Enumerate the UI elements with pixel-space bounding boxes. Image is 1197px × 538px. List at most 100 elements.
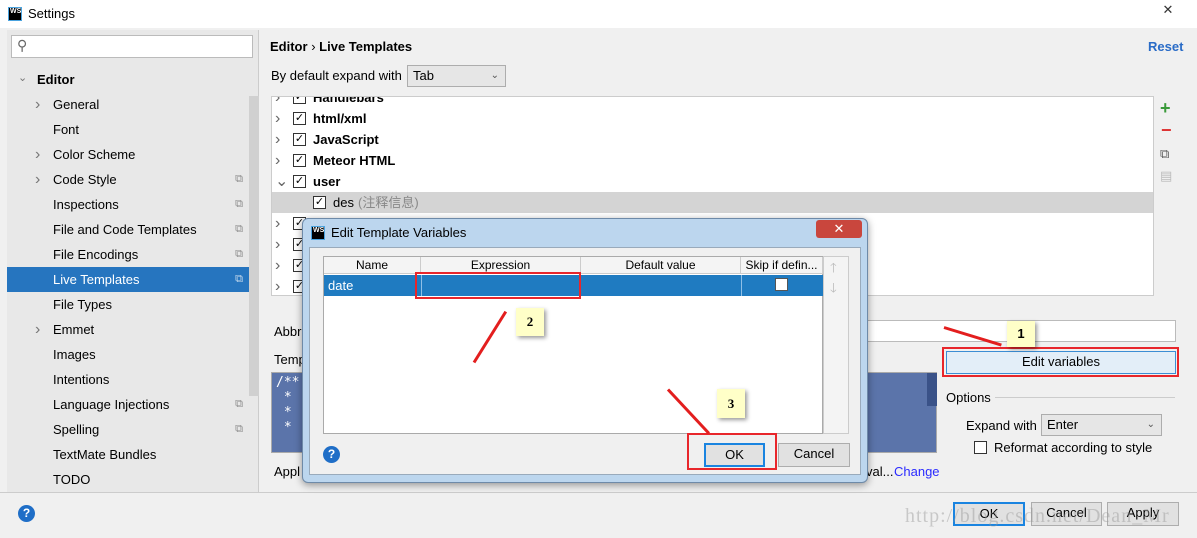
column-header-skip[interactable]: Skip if defin...	[741, 257, 823, 274]
sidebar-item-emmet[interactable]: › Emmet	[7, 317, 259, 342]
sidebar-item-inspections[interactable]: Inspections ⧉	[7, 192, 259, 217]
move-icon[interactable]: ▤	[1160, 168, 1172, 184]
chevron-right-icon[interactable]: ›	[275, 150, 280, 171]
chevron-right-icon[interactable]: ›	[275, 129, 280, 150]
template-enabled-checkbox[interactable]: ✓	[313, 196, 326, 209]
watermark: http://blog.csdn.net/Dean_Mr	[905, 505, 1170, 527]
change-context-link[interactable]: Change	[894, 464, 940, 479]
template-enabled-checkbox[interactable]: ✓	[293, 112, 306, 125]
expand-with-select[interactable]: Enter ⌄	[1041, 414, 1162, 436]
template-enabled-checkbox[interactable]: ✓	[293, 154, 306, 167]
project-copy-icon: ⧉	[235, 423, 243, 435]
remove-icon[interactable]: −	[1161, 120, 1172, 141]
sidebar-item-label: File Types	[53, 297, 113, 312]
sidebar-item-intentions[interactable]: Intentions	[7, 367, 259, 392]
sidebar-item-label: Inspections	[53, 197, 119, 212]
sidebar-item-font[interactable]: Font	[7, 117, 259, 142]
reset-link[interactable]: Reset	[1148, 39, 1183, 54]
template-label: des	[333, 195, 354, 210]
breadcrumb-parent: Editor	[270, 39, 308, 54]
annotation-box-3	[687, 433, 777, 470]
title-bar: WS Settings ✕	[0, 0, 1197, 28]
expand-with-label: By default expand with	[271, 68, 402, 83]
chevron-down-icon[interactable]: ⌄	[275, 171, 288, 192]
variable-name-cell[interactable]: date	[328, 278, 353, 293]
move-up-icon[interactable]: 🡑	[830, 259, 837, 281]
template-label: Meteor HTML	[313, 153, 396, 168]
sidebar-item-images[interactable]: Images	[7, 342, 259, 367]
template-enabled-checkbox[interactable]: ✓	[293, 97, 306, 104]
template-group-row[interactable]: › ✓ html/xml	[272, 108, 1153, 129]
sidebar-item-label: TextMate Bundles	[53, 447, 157, 462]
footer-divider	[0, 492, 1197, 493]
project-copy-icon: ⧉	[235, 398, 243, 410]
annotation-box-2	[415, 272, 581, 299]
breadcrumb: Editor › Live Templates	[270, 39, 412, 54]
edit-variables-button[interactable]: Edit variables	[946, 351, 1176, 374]
sidebar-item-general[interactable]: › General	[7, 92, 259, 117]
sidebar-item-label: General	[53, 97, 100, 112]
sidebar-item-todo[interactable]: TODO	[7, 467, 259, 492]
dialog-help-icon[interactable]: ?	[323, 446, 340, 463]
sidebar-item-live-templates[interactable]: Live Templates ⧉	[7, 267, 259, 292]
template-label: html/xml	[313, 111, 367, 126]
search-icon: ⚲	[17, 37, 28, 53]
chevron-right-icon[interactable]: ›	[35, 92, 40, 117]
template-group-row[interactable]: › ✓ Handlebars	[272, 97, 1153, 108]
sidebar-item-spelling[interactable]: Spelling ⧉	[7, 417, 259, 442]
template-row[interactable]: ✓ des (注释信息)	[272, 192, 1153, 213]
webstorm-logo-icon: WS	[311, 226, 325, 240]
chevron-right-icon[interactable]: ›	[35, 142, 40, 167]
dialog-close-button[interactable]: ✕	[816, 220, 862, 238]
column-header-default[interactable]: Default value	[581, 257, 741, 274]
copy-icon[interactable]: ⧉	[1160, 146, 1169, 162]
template-group-row[interactable]: ⌄ ✓ user	[272, 171, 1153, 192]
sidebar-item-label: TODO	[53, 472, 91, 487]
chevron-right-icon[interactable]: ›	[35, 317, 40, 342]
dialog-body: Name Expression Default value Skip if de…	[309, 247, 861, 475]
sidebar-item-code-style[interactable]: › Code Style ⧉	[7, 167, 259, 192]
chevron-right-icon[interactable]: ›	[275, 213, 280, 234]
template-group-row[interactable]: › ✓ Meteor HTML	[272, 150, 1153, 171]
sidebar-item-file-and-code-templates[interactable]: File and Code Templates ⧉	[7, 217, 259, 242]
default-expand-select[interactable]: Tab ⌄	[407, 65, 506, 87]
template-editor-scrollbar[interactable]	[927, 373, 937, 406]
default-expand-value: Tab	[413, 68, 434, 83]
sidebar-scrollbar[interactable]	[249, 96, 259, 396]
settings-search-input[interactable]: ⚲	[11, 35, 253, 58]
window-title: Settings	[28, 6, 75, 21]
settings-sidebar: › General Font › Color Scheme › Code Style ⧉ Ins…	[7, 30, 259, 492]
close-window-button[interactable]: ✕	[1148, 2, 1188, 20]
annotation-label-2: 2	[516, 308, 544, 336]
reformat-checkbox[interactable]	[974, 441, 987, 454]
add-icon[interactable]: +	[1160, 98, 1171, 119]
template-label: JavaScript	[313, 132, 379, 147]
sidebar-item-label: File and Code Templates	[53, 222, 197, 237]
skip-if-defined-checkbox[interactable]	[775, 278, 788, 291]
move-down-icon[interactable]: 🡓	[830, 279, 837, 301]
sidebar-item-file-types[interactable]: File Types	[7, 292, 259, 317]
sidebar-item-language-injections[interactable]: Language Injections ⧉	[7, 392, 259, 417]
chevron-right-icon[interactable]: ›	[275, 97, 280, 108]
reformat-label: Reformat according to style	[994, 440, 1153, 455]
chevron-right-icon[interactable]: ›	[275, 255, 280, 276]
sidebar-item-textmate-bundles[interactable]: TextMate Bundles	[7, 442, 259, 467]
help-icon[interactable]: ?	[18, 505, 35, 522]
applicable-context: val...	[866, 464, 894, 479]
column-header-name[interactable]: Name	[324, 257, 421, 274]
template-enabled-checkbox[interactable]: ✓	[293, 133, 306, 146]
template-enabled-checkbox[interactable]: ✓	[293, 175, 306, 188]
options-heading: Options	[946, 390, 991, 405]
chevron-down-icon: ⌄	[1146, 419, 1155, 430]
sidebar-item-color-scheme[interactable]: › Color Scheme	[7, 142, 259, 167]
template-label: user	[313, 174, 341, 189]
template-group-row[interactable]: › ✓ JavaScript	[272, 129, 1153, 150]
chevron-right-icon[interactable]: ›	[35, 167, 40, 192]
chevron-right-icon[interactable]: ›	[275, 108, 280, 129]
chevron-right-icon[interactable]: ›	[275, 276, 280, 295]
sidebar-section-editor[interactable]: Editor	[37, 72, 75, 87]
annotation-label-1: 1	[1007, 321, 1035, 347]
chevron-right-icon[interactable]: ›	[275, 234, 280, 255]
dialog-cancel-button[interactable]: Cancel	[778, 443, 850, 467]
sidebar-item-file-encodings[interactable]: File Encodings ⧉	[7, 242, 259, 267]
